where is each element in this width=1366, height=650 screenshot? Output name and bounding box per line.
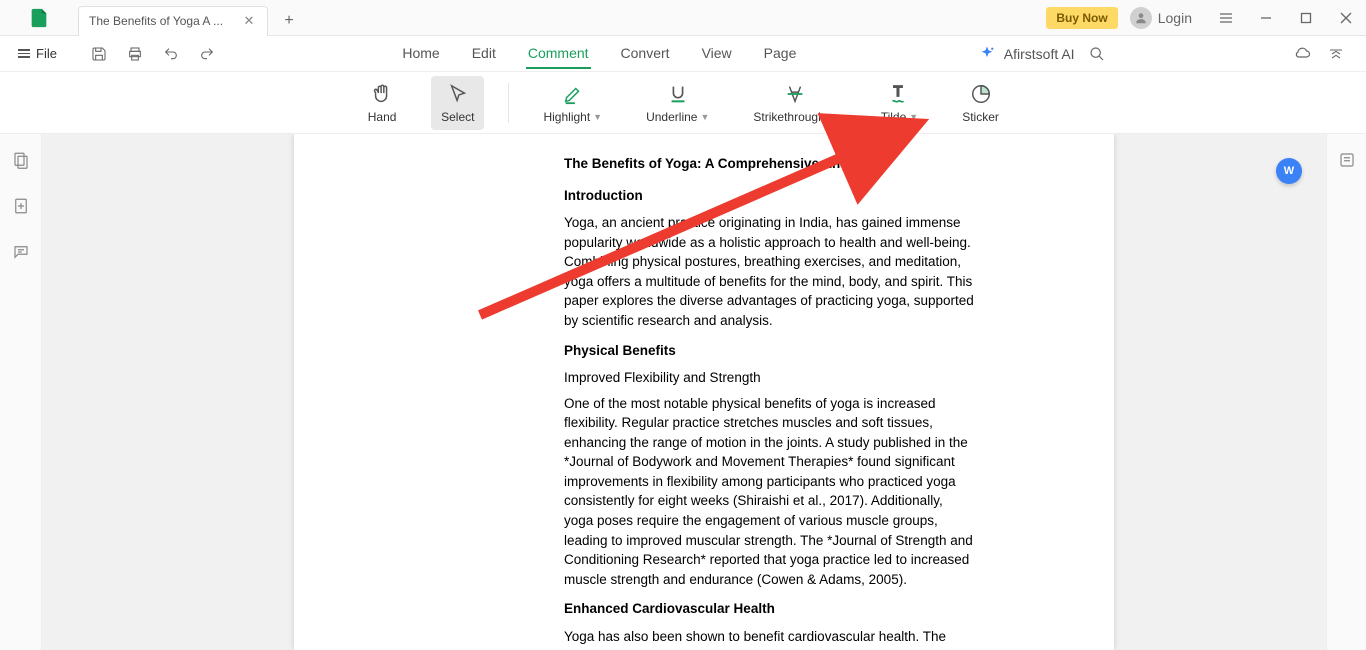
select-tool[interactable]: Select (431, 76, 484, 130)
right-sidebar (1326, 134, 1366, 650)
underline-tool[interactable]: Underline▼ (636, 76, 719, 130)
main-menu: Home Edit Comment Convert View Page (400, 39, 798, 69)
underline-icon (666, 82, 690, 106)
save-icon[interactable] (85, 40, 113, 68)
menu-convert[interactable]: Convert (619, 39, 672, 69)
app-logo-icon (28, 7, 50, 29)
strikethrough-tool[interactable]: Strikethrough ▼ (743, 76, 846, 130)
doc-heading-physical: Physical Benefits (564, 341, 974, 361)
document-tab[interactable]: The Benefits of Yoga A ... ✕ (78, 6, 268, 36)
select-label: Select (441, 110, 474, 124)
svg-text:T: T (894, 83, 903, 99)
redo-icon[interactable] (193, 40, 221, 68)
toolbar-separator (508, 83, 509, 123)
chevron-down-icon[interactable]: ▼ (909, 112, 918, 122)
underline-label: Underline (646, 110, 697, 124)
doc-paragraph: Yoga has also been shown to benefit card… (564, 627, 974, 650)
menu-page[interactable]: Page (762, 39, 799, 69)
file-menu[interactable]: File (10, 42, 65, 65)
doc-subheading-flexibility: Improved Flexibility and Strength (564, 368, 974, 388)
login-button[interactable]: Login (1130, 7, 1192, 29)
properties-icon[interactable] (1335, 148, 1359, 172)
comments-icon[interactable] (9, 240, 33, 264)
close-icon[interactable]: ✕ (241, 13, 257, 29)
tab-title: The Benefits of Yoga A ... (89, 14, 241, 28)
menu-bar: File Home Edit Comment Convert View Page… (0, 36, 1366, 72)
tilde-label: Tilde (881, 110, 907, 124)
file-label: File (36, 46, 57, 61)
add-page-icon[interactable] (9, 194, 33, 218)
doc-title: The Benefits of Yoga: A Comprehensive An… (564, 154, 974, 174)
hamburger-icon (18, 49, 30, 58)
print-icon[interactable] (121, 40, 149, 68)
tilde-tool[interactable]: T Tilde▼ (871, 76, 929, 130)
maximize-icon[interactable] (1286, 0, 1326, 36)
workspace: The Benefits of Yoga: A Comprehensive An… (0, 134, 1366, 650)
buy-now-button[interactable]: Buy Now (1046, 7, 1117, 29)
left-sidebar (0, 134, 42, 650)
hand-label: Hand (368, 110, 397, 124)
menu-home[interactable]: Home (400, 39, 441, 69)
app-logo (0, 7, 78, 29)
quick-access-toolbar (85, 40, 221, 68)
right-menu-icons (1290, 42, 1356, 66)
cloud-icon[interactable] (1290, 42, 1314, 66)
sticker-label: Sticker (962, 110, 999, 124)
title-bar: The Benefits of Yoga A ... ✕ + Buy Now L… (0, 0, 1366, 36)
search-icon[interactable] (1083, 40, 1111, 68)
hand-icon (370, 82, 394, 106)
hamburger-menu-icon[interactable] (1206, 0, 1246, 36)
menu-view[interactable]: View (700, 39, 734, 69)
document-canvas[interactable]: The Benefits of Yoga: A Comprehensive An… (42, 134, 1366, 650)
word-export-badge[interactable]: W (1276, 158, 1302, 184)
doc-paragraph: One of the most notable physical benefit… (564, 394, 974, 590)
highlight-label: Highlight (543, 110, 590, 124)
ai-label: Afirstsoft AI (1004, 46, 1075, 62)
tilde-icon: T (887, 82, 911, 106)
new-tab-button[interactable]: + (274, 6, 304, 36)
menu-edit[interactable]: Edit (470, 39, 498, 69)
collapse-icon[interactable] (1324, 42, 1348, 66)
chevron-down-icon[interactable]: ▼ (593, 112, 602, 122)
chevron-down-icon[interactable]: ▼ (828, 112, 837, 122)
sparkle-icon (978, 45, 996, 63)
chevron-down-icon[interactable]: ▼ (700, 112, 709, 122)
strikethrough-icon (783, 82, 807, 106)
minimize-icon[interactable] (1246, 0, 1286, 36)
ai-button[interactable]: Afirstsoft AI (978, 45, 1075, 63)
cursor-icon (446, 82, 470, 106)
comment-toolbar: Hand Select Highlight▼ Underline▼ Strike… (0, 72, 1366, 134)
window-controls (1206, 0, 1366, 36)
highlight-icon (561, 82, 585, 106)
doc-heading-cardio: Enhanced Cardiovascular Health (564, 599, 974, 619)
login-label: Login (1158, 10, 1192, 26)
sticker-tool[interactable]: Sticker (952, 76, 1009, 130)
strikethrough-label: Strikethrough (753, 110, 824, 124)
close-window-icon[interactable] (1326, 0, 1366, 36)
doc-paragraph: Yoga, an ancient practice originating in… (564, 213, 974, 330)
hand-tool[interactable]: Hand (357, 76, 407, 130)
doc-heading-intro: Introduction (564, 186, 974, 206)
thumbnails-icon[interactable] (9, 148, 33, 172)
undo-icon[interactable] (157, 40, 185, 68)
sticker-icon (969, 82, 993, 106)
highlight-tool[interactable]: Highlight▼ (533, 76, 612, 130)
menu-comment[interactable]: Comment (526, 39, 591, 69)
avatar-icon (1130, 7, 1152, 29)
document-page: The Benefits of Yoga: A Comprehensive An… (294, 134, 1114, 650)
